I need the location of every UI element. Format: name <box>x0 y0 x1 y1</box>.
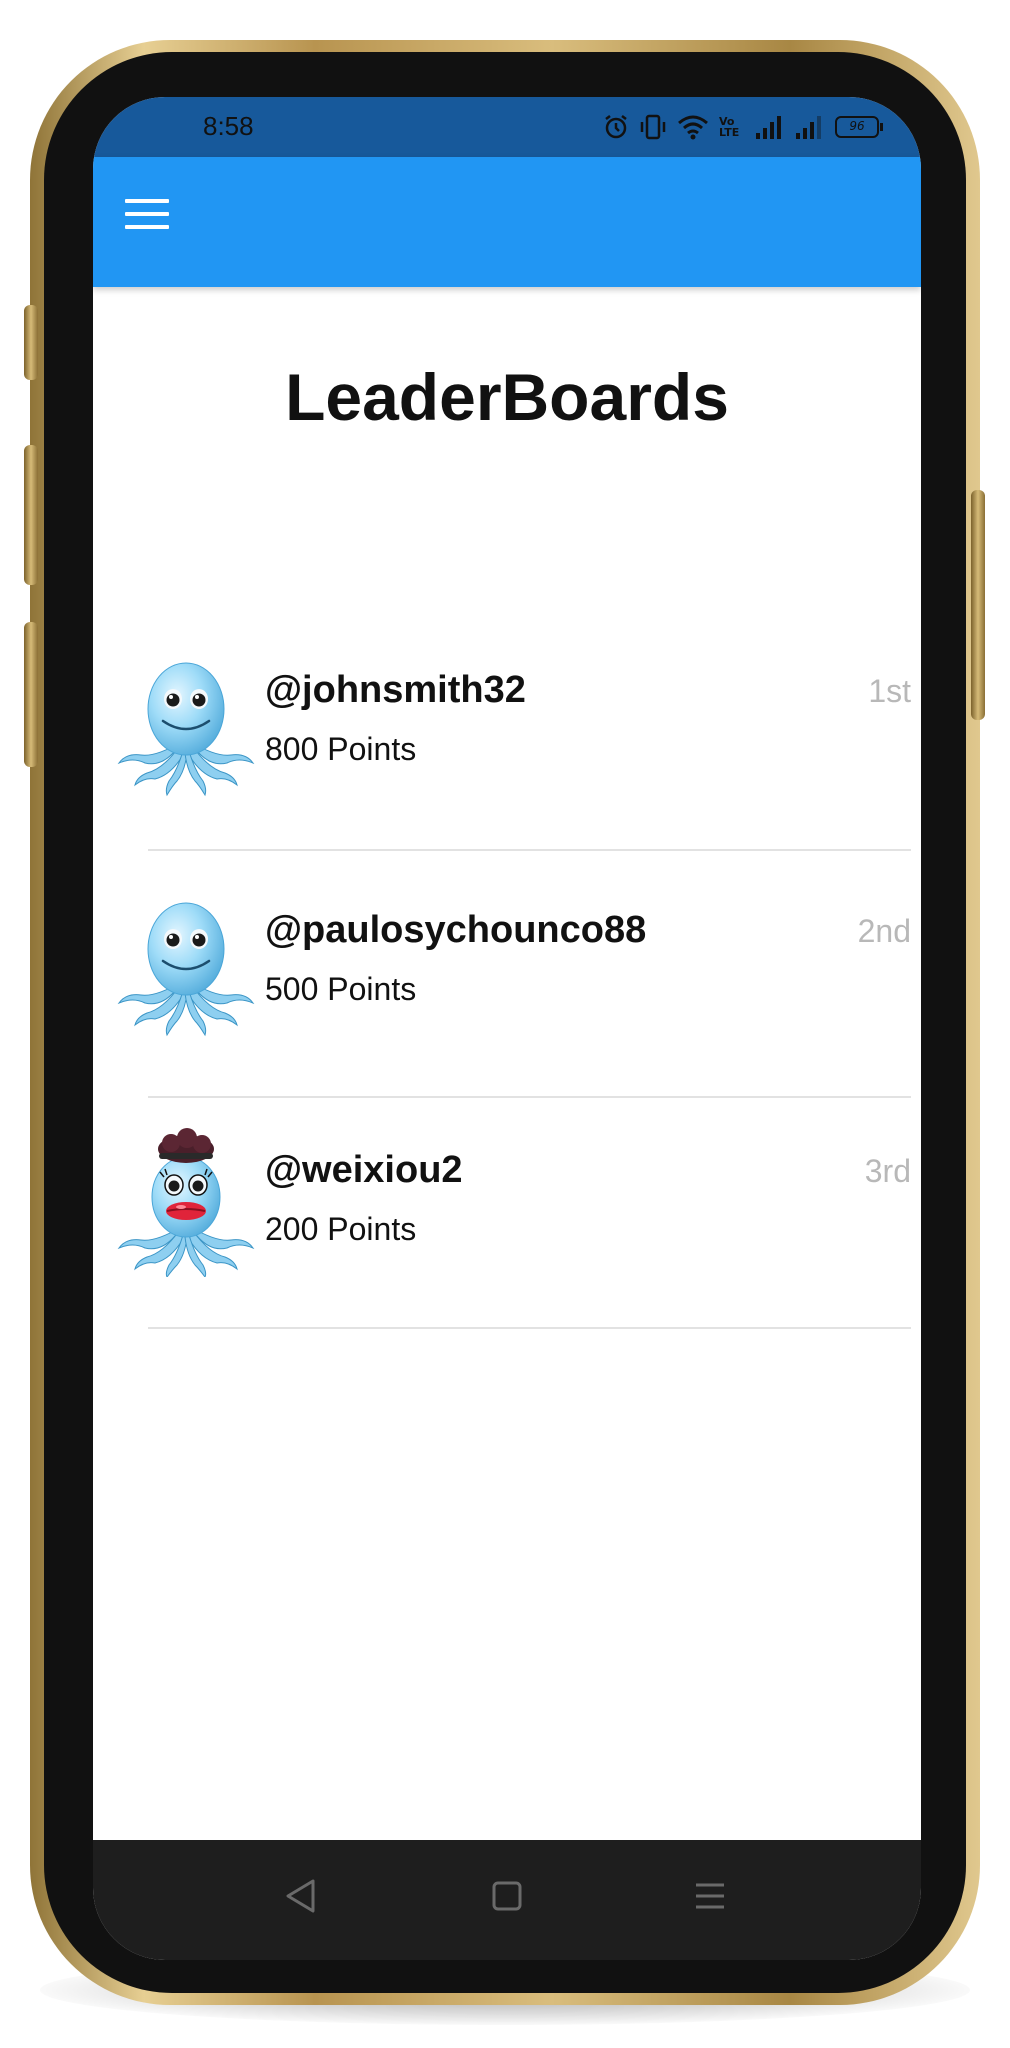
leaderboard-rank: 3rd <box>864 1153 911 1189</box>
back-triangle-icon[interactable] <box>283 1878 317 1914</box>
hamburger-menu-icon[interactable] <box>125 199 169 233</box>
leaderboard-points: 200 Points <box>265 1211 417 1247</box>
leaderboard-username: @weixiou2 <box>265 1149 463 1191</box>
row-divider <box>148 849 911 851</box>
octopus-avatar-icon <box>111 647 261 797</box>
leaderboard-row[interactable]: @weixiou2 200 Points 3rd <box>93 1127 921 1287</box>
leaderboard-points: 500 Points <box>265 971 417 1007</box>
status-bar: 8:58 Vo LTE 96 <box>93 97 921 157</box>
status-time: 8:58 <box>203 111 254 141</box>
recents-menu-icon[interactable] <box>693 1878 727 1914</box>
leaderboard-points: 800 Points <box>265 731 417 767</box>
octopus-avatar-icon <box>111 887 261 1037</box>
power-button-right <box>971 490 985 720</box>
row-divider <box>148 1327 911 1329</box>
octopus-avatar-lips-icon <box>111 1127 261 1277</box>
system-nav-bar <box>93 1840 921 1960</box>
battery-icon: 96 <box>835 116 883 138</box>
app-bar <box>93 157 921 287</box>
leaderboard-row[interactable]: @johnsmith32 800 Points 1st <box>93 647 921 807</box>
alarm-icon <box>605 115 627 139</box>
battery-level: 96 <box>849 119 865 133</box>
signal-icon-1 <box>756 116 781 139</box>
leaderboard-username: @johnsmith32 <box>265 669 526 711</box>
leaderboard-rank: 2nd <box>857 913 911 949</box>
phone-screen: 8:58 Vo LTE 96 LeaderBoards @johnsmith32… <box>93 97 921 1960</box>
row-divider <box>148 1096 911 1098</box>
leaderboard-row[interactable]: @paulosychounco88 500 Points 2nd <box>93 887 921 1047</box>
home-square-icon[interactable] <box>490 1878 524 1914</box>
leaderboard-rank: 1st <box>868 673 911 709</box>
wifi-icon <box>678 115 708 140</box>
signal-icon-2 <box>796 116 821 139</box>
page-title: LeaderBoards <box>285 360 729 434</box>
status-icons: Vo LTE 96 <box>603 113 883 141</box>
vibrate-icon <box>640 114 666 140</box>
volte-icon: Vo LTE <box>719 115 740 139</box>
power-button-left <box>24 622 38 767</box>
volume-up-button <box>24 305 38 380</box>
volume-down-button <box>24 445 38 585</box>
leaderboard-username: @paulosychounco88 <box>265 909 647 951</box>
